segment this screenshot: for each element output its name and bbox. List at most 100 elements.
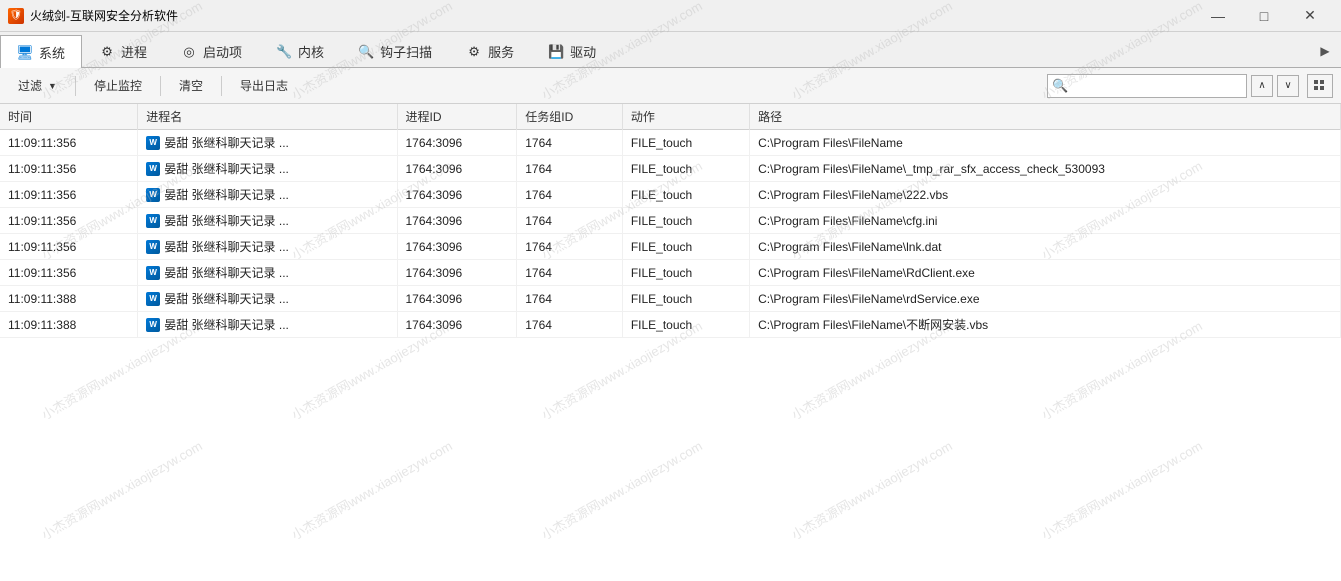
cell-task-group-id: 1764	[517, 208, 623, 234]
clear-button[interactable]: 清空	[169, 72, 213, 100]
process-icon: W	[146, 266, 160, 280]
clear-label: 清空	[179, 77, 203, 94]
nav-up-button[interactable]: ∧	[1251, 75, 1273, 97]
cell-process-name: W晏甜 张继科聊天记录 ...	[138, 234, 397, 260]
cell-process-id: 1764:3096	[397, 182, 517, 208]
cell-path: C:\Program Files\FileName\rdService.exe	[750, 286, 1341, 312]
content-area: 时间 进程名 进程ID 任务组ID 动作 路径 11:09:11:356W晏甜 …	[0, 104, 1341, 581]
cell-action: FILE_touch	[622, 208, 749, 234]
table-row[interactable]: 11:09:11:356W晏甜 张继科聊天记录 ...1764:30961764…	[0, 208, 1341, 234]
hook-tab-icon: 🔍	[358, 44, 374, 60]
tab-startup[interactable]: ◎ 启动项	[164, 35, 259, 67]
tab-service[interactable]: ⚙ 服务	[449, 35, 531, 67]
stop-monitor-button[interactable]: 停止监控	[84, 72, 152, 100]
cell-time: 11:09:11:356	[0, 260, 138, 286]
col-task-group-id[interactable]: 任务组ID	[517, 104, 623, 130]
cell-process-id: 1764:3096	[397, 156, 517, 182]
table-row[interactable]: 11:09:11:356W晏甜 张继科聊天记录 ...1764:30961764…	[0, 260, 1341, 286]
cell-time: 11:09:11:388	[0, 312, 138, 338]
window-title: 火绒剑-互联网安全分析软件	[30, 7, 1195, 24]
log-table: 时间 进程名 进程ID 任务组ID 动作 路径 11:09:11:356W晏甜 …	[0, 104, 1341, 338]
table-row[interactable]: 11:09:11:356W晏甜 张继科聊天记录 ...1764:30961764…	[0, 234, 1341, 260]
tab-process-label: 进程	[121, 42, 147, 61]
table-row[interactable]: 11:09:11:356W晏甜 张继科聊天记录 ...1764:30961764…	[0, 156, 1341, 182]
maximize-button[interactable]: □	[1241, 0, 1287, 32]
cell-task-group-id: 1764	[517, 312, 623, 338]
filter-button[interactable]: 过滤 ▼	[8, 72, 67, 100]
table-row[interactable]: 11:09:11:388W晏甜 张继科聊天记录 ...1764:30961764…	[0, 312, 1341, 338]
close-button[interactable]: ✕	[1287, 0, 1333, 32]
search-icon: 🔍	[1052, 78, 1068, 94]
cell-task-group-id: 1764	[517, 130, 623, 156]
process-icon: W	[146, 214, 160, 228]
toolbar-separator-1	[75, 76, 76, 96]
cell-time: 11:09:11:356	[0, 208, 138, 234]
minimize-button[interactable]: —	[1195, 0, 1241, 32]
cell-process-name: W晏甜 张继科聊天记录 ...	[138, 156, 397, 182]
tab-hook-label: 钩子扫描	[380, 42, 432, 61]
cell-process-id: 1764:3096	[397, 130, 517, 156]
cell-process-name: W晏甜 张继科聊天记录 ...	[138, 312, 397, 338]
tab-driver[interactable]: 💾 驱动	[531, 35, 613, 67]
table-row[interactable]: 11:09:11:356W晏甜 张继科聊天记录 ...1764:30961764…	[0, 182, 1341, 208]
cell-time: 11:09:11:356	[0, 156, 138, 182]
tab-system[interactable]: 🖥 系统	[0, 35, 82, 68]
cell-action: FILE_touch	[622, 260, 749, 286]
kernel-tab-icon: 🔧	[276, 44, 292, 60]
app-icon: 🛡	[8, 8, 24, 24]
tab-system-label: 系统	[39, 43, 65, 62]
cell-task-group-id: 1764	[517, 156, 623, 182]
process-icon: W	[146, 188, 160, 202]
cell-process-name: W晏甜 张继科聊天记录 ...	[138, 260, 397, 286]
tab-kernel-label: 内核	[298, 42, 324, 61]
cell-action: FILE_touch	[622, 182, 749, 208]
cell-process-id: 1764:3096	[397, 234, 517, 260]
cell-time: 11:09:11:356	[0, 130, 138, 156]
process-icon: W	[146, 240, 160, 254]
table-row[interactable]: 11:09:11:356W晏甜 张继科聊天记录 ...1764:30961764…	[0, 130, 1341, 156]
tab-hook[interactable]: 🔍 钩子扫描	[341, 35, 449, 67]
toolbar-separator-3	[221, 76, 222, 96]
cell-action: FILE_touch	[622, 130, 749, 156]
col-action[interactable]: 动作	[622, 104, 749, 130]
search-input[interactable]	[1070, 79, 1242, 93]
cell-process-id: 1764:3096	[397, 312, 517, 338]
title-bar: 🛡 火绒剑-互联网安全分析软件 — □ ✕	[0, 0, 1341, 32]
cell-action: FILE_touch	[622, 156, 749, 182]
cell-action: FILE_touch	[622, 234, 749, 260]
tab-scroll-right[interactable]: ▶	[1313, 35, 1337, 67]
cell-path: C:\Program Files\FileName\_tmp_rar_sfx_a…	[750, 156, 1341, 182]
col-path[interactable]: 路径	[750, 104, 1341, 130]
toolbar: 过滤 ▼ 停止监控 清空 导出日志 🔍 ∧ ∨	[0, 68, 1341, 104]
cell-path: C:\Program Files\FileName\RdClient.exe	[750, 260, 1341, 286]
window-controls: — □ ✕	[1195, 0, 1333, 32]
nav-down-button[interactable]: ∨	[1277, 75, 1299, 97]
cell-task-group-id: 1764	[517, 234, 623, 260]
service-tab-icon: ⚙	[466, 44, 482, 60]
col-process-id[interactable]: 进程ID	[397, 104, 517, 130]
startup-tab-icon: ◎	[181, 44, 197, 60]
cell-task-group-id: 1764	[517, 286, 623, 312]
table-container[interactable]: 时间 进程名 进程ID 任务组ID 动作 路径 11:09:11:356W晏甜 …	[0, 104, 1341, 581]
cell-process-id: 1764:3096	[397, 286, 517, 312]
tab-service-label: 服务	[488, 42, 514, 61]
process-icon: W	[146, 136, 160, 150]
process-icon: W	[146, 292, 160, 306]
grid-view-button[interactable]	[1307, 74, 1333, 98]
cell-time: 11:09:11:356	[0, 182, 138, 208]
tab-process[interactable]: ⚙ 进程	[82, 35, 164, 67]
cell-process-name: W晏甜 张继科聊天记录 ...	[138, 130, 397, 156]
col-process-name[interactable]: 进程名	[138, 104, 397, 130]
cell-path: C:\Program Files\FileName\cfg.ini	[750, 208, 1341, 234]
filter-label: 过滤	[18, 77, 42, 94]
export-log-button[interactable]: 导出日志	[230, 72, 298, 100]
cell-process-name: W晏甜 张继科聊天记录 ...	[138, 182, 397, 208]
cell-path: C:\Program Files\FileName\222.vbs	[750, 182, 1341, 208]
cell-path: C:\Program Files\FileName\lnk.dat	[750, 234, 1341, 260]
system-tab-icon: 🖥	[17, 44, 33, 60]
search-box: 🔍	[1047, 74, 1247, 98]
col-time[interactable]: 时间	[0, 104, 138, 130]
table-row[interactable]: 11:09:11:388W晏甜 张继科聊天记录 ...1764:30961764…	[0, 286, 1341, 312]
tab-kernel[interactable]: 🔧 内核	[259, 35, 341, 67]
driver-tab-icon: 💾	[548, 44, 564, 60]
